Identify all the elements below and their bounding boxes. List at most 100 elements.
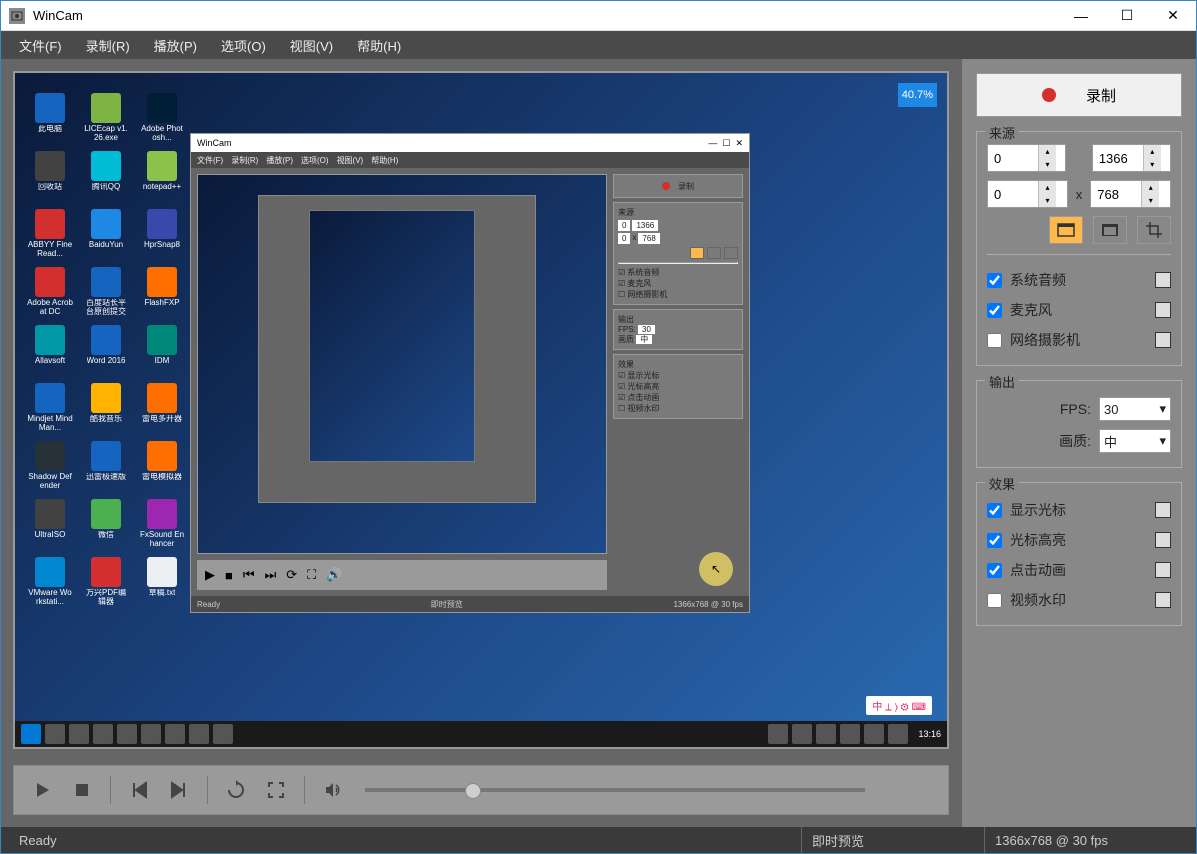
click-anim-label: 点击动画 bbox=[1010, 560, 1066, 580]
left-column: 40.7% 此电脑LICEcap v1.26.exeAdobe Photosh.… bbox=[1, 59, 961, 827]
nested-body: ▶■⏮⏭⟳⛶🔊 录制 来源 bbox=[191, 168, 749, 596]
nested-source-legend: 来源 bbox=[618, 207, 738, 218]
mode-crop-button[interactable] bbox=[1137, 216, 1171, 244]
show-cursor-checkbox[interactable] bbox=[987, 503, 1002, 518]
desktop-icon: BaiduYun bbox=[83, 209, 129, 261]
system-audio-settings[interactable] bbox=[1155, 272, 1171, 288]
status-resolution: 1366x768 @ 30 fps bbox=[985, 827, 1118, 853]
fps-select[interactable]: 30▾ bbox=[1099, 397, 1171, 421]
click-anim-settings[interactable] bbox=[1155, 562, 1171, 578]
cursor-highlight-settings[interactable] bbox=[1155, 532, 1171, 548]
stop-button[interactable] bbox=[66, 774, 98, 806]
maximize-button[interactable]: ☐ bbox=[1104, 1, 1150, 31]
desktop-icon: 此电脑 bbox=[27, 93, 73, 145]
webcam-row: 网络摄影机 bbox=[987, 325, 1171, 355]
app-window: WinCam — ☐ ✕ 文件(F) 录制(R) 播放(P) 选项(O) 视图(… bbox=[0, 0, 1197, 854]
preview-taskbar: 13:16 bbox=[15, 721, 947, 747]
source-group: 来源 ▴▾ ▴▾ ▴▾ bbox=[976, 131, 1182, 366]
mode-fullscreen-button[interactable] bbox=[1049, 216, 1083, 244]
play-button[interactable] bbox=[26, 774, 58, 806]
next-button[interactable] bbox=[163, 774, 195, 806]
nested-titlebar: WinCam — ☐ ✕ bbox=[191, 134, 749, 152]
nested-right-panel: 录制 来源 0 1366 0x bbox=[613, 174, 743, 590]
microphone-checkbox[interactable] bbox=[987, 303, 1002, 318]
nested-preview bbox=[197, 174, 607, 554]
record-icon bbox=[1042, 88, 1056, 102]
desktop-icon: Word 2016 bbox=[83, 325, 129, 377]
spin-down[interactable]: ▾ bbox=[1038, 158, 1056, 171]
nested-effects-legend: 效果 bbox=[618, 359, 738, 370]
desktop-icon: Adobe Photosh... bbox=[139, 93, 185, 145]
volume-button[interactable] bbox=[317, 774, 349, 806]
watermark-checkbox[interactable] bbox=[987, 593, 1002, 608]
effects-group: 效果 显示光标 光标高亮 点击动画 视频 bbox=[976, 482, 1182, 626]
window-title: WinCam bbox=[33, 8, 1058, 23]
preview-area[interactable]: 40.7% 此电脑LICEcap v1.26.exeAdobe Photosh.… bbox=[13, 71, 949, 749]
output-group: 输出 FPS: 30▾ 画质: 中▾ bbox=[976, 380, 1182, 468]
cursor-highlight-checkbox[interactable] bbox=[987, 533, 1002, 548]
close-button[interactable]: ✕ bbox=[1150, 1, 1196, 31]
source-y1[interactable]: ▴▾ bbox=[987, 180, 1068, 208]
volume-slider[interactable] bbox=[365, 788, 865, 792]
microphone-settings[interactable] bbox=[1155, 302, 1171, 318]
webcam-checkbox[interactable] bbox=[987, 333, 1002, 348]
spin-up[interactable]: ▴ bbox=[1038, 145, 1056, 158]
ime-toolbar: 中 ⟂ ⟩ ⚙ ⌨ bbox=[866, 696, 932, 715]
status-ready: Ready bbox=[9, 827, 67, 853]
source-y2[interactable]: ▴▾ bbox=[1090, 180, 1171, 208]
body-area: 40.7% 此电脑LICEcap v1.26.exeAdobe Photosh.… bbox=[1, 59, 1196, 827]
webcam-label: 网络摄影机 bbox=[1010, 330, 1080, 350]
source-legend: 来源 bbox=[985, 123, 1019, 142]
minimize-button[interactable]: — bbox=[1058, 1, 1104, 31]
menu-file[interactable]: 文件(F) bbox=[7, 32, 74, 59]
loop-button[interactable] bbox=[220, 774, 252, 806]
watermark-settings[interactable] bbox=[1155, 592, 1171, 608]
menu-record[interactable]: 录制(R) bbox=[74, 32, 142, 59]
fps-label: FPS: bbox=[1060, 401, 1091, 417]
desktop-icon: 雷电多开器 bbox=[139, 383, 185, 435]
fullscreen-button[interactable] bbox=[260, 774, 292, 806]
right-panel: 录制 来源 ▴▾ ▴▾ bbox=[961, 59, 1196, 827]
quality-select[interactable]: 中▾ bbox=[1099, 429, 1171, 453]
desktop-icon: Shadow Defender bbox=[27, 441, 73, 493]
source-x2[interactable]: ▴▾ bbox=[1092, 144, 1171, 172]
desktop-icon: ABBYY FineRead... bbox=[27, 209, 73, 261]
menu-view[interactable]: 视图(V) bbox=[278, 32, 345, 59]
menu-play[interactable]: 播放(P) bbox=[142, 32, 209, 59]
desktop-icon: 万兴PDF编辑器 bbox=[83, 557, 129, 609]
window-controls: — ☐ ✕ bbox=[1058, 1, 1196, 31]
desktop-icon: 迅雷极速版 bbox=[83, 441, 129, 493]
prev-button[interactable] bbox=[123, 774, 155, 806]
start-icon bbox=[21, 724, 41, 744]
nested-playbar: ▶■⏮⏭⟳⛶🔊 bbox=[197, 560, 607, 590]
nested-menubar: 文件(F)录制(R)播放(P)选项(O)视图(V)帮助(H) bbox=[191, 152, 749, 168]
click-anim-checkbox[interactable] bbox=[987, 563, 1002, 578]
desktop-icon: 腾讯QQ bbox=[83, 151, 129, 203]
desktop-icon: Adobe Acrobat DC bbox=[27, 267, 73, 319]
x-separator: x bbox=[1076, 187, 1083, 202]
microphone-label: 麦克风 bbox=[1010, 300, 1052, 320]
source-x1[interactable]: ▴▾ bbox=[987, 144, 1066, 172]
desktop-icon: 百度站长平台原创提交 bbox=[83, 267, 129, 319]
desktop-icon: IDM bbox=[139, 325, 185, 377]
desktop-icon: FxSound Enhancer bbox=[139, 499, 185, 551]
status-preview-mode: 即时预览 bbox=[802, 827, 874, 853]
desktop-icons-grid: 此电脑LICEcap v1.26.exeAdobe Photosh...回收站腾… bbox=[27, 93, 189, 609]
desktop-preview: 40.7% 此电脑LICEcap v1.26.exeAdobe Photosh.… bbox=[15, 73, 947, 747]
menu-options[interactable]: 选项(O) bbox=[209, 32, 278, 59]
source-x2-input[interactable] bbox=[1093, 151, 1143, 166]
record-button[interactable]: 录制 bbox=[976, 73, 1182, 117]
system-audio-label: 系统音频 bbox=[1010, 270, 1066, 290]
source-x1-input[interactable] bbox=[988, 151, 1038, 166]
desktop-icon: Mindjet MindMan... bbox=[27, 383, 73, 435]
system-audio-checkbox[interactable] bbox=[987, 273, 1002, 288]
microphone-row: 麦克风 bbox=[987, 295, 1171, 325]
source-y1-input[interactable] bbox=[988, 187, 1038, 202]
desktop-icon: 草稿.txt bbox=[139, 557, 185, 609]
mode-window-button[interactable] bbox=[1093, 216, 1127, 244]
source-y2-input[interactable] bbox=[1091, 187, 1141, 202]
show-cursor-settings[interactable] bbox=[1155, 502, 1171, 518]
menu-help[interactable]: 帮助(H) bbox=[345, 32, 413, 59]
webcam-settings[interactable] bbox=[1155, 332, 1171, 348]
show-cursor-label: 显示光标 bbox=[1010, 500, 1066, 520]
